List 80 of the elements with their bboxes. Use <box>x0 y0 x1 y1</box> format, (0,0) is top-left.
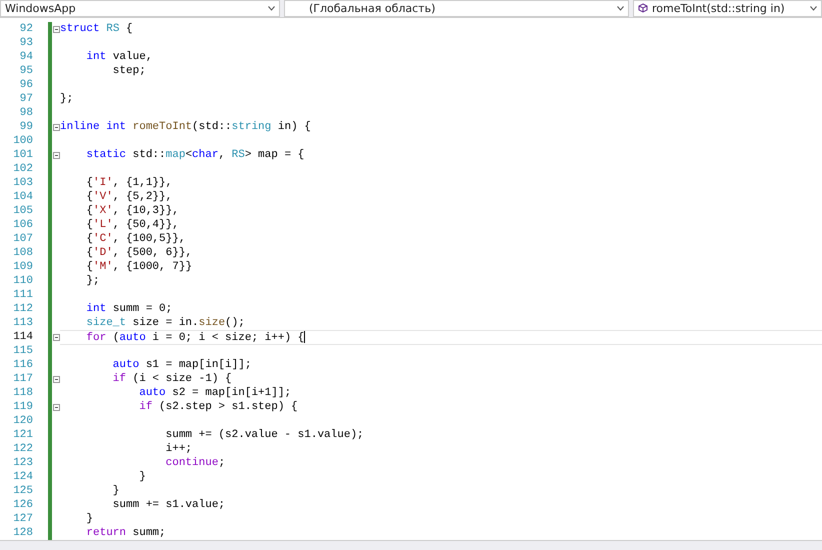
line-number: 101 <box>12 148 34 162</box>
line-number: 108 <box>12 246 34 260</box>
line-number: 98 <box>18 106 34 120</box>
code-line: auto s2 = map[in[i+1]]; <box>138 386 292 401</box>
line-number: 127 <box>12 512 34 526</box>
line-number: 105 <box>12 204 34 218</box>
line-number: 107 <box>12 232 34 246</box>
line-number: 97 <box>18 92 34 106</box>
navigation-dropdown[interactable]: (Глобальная область) <box>284 0 629 17</box>
line-number: 95 <box>18 64 34 78</box>
line-number: 125 <box>12 484 34 498</box>
chevron-down-icon <box>810 6 817 11</box>
line-number: 94 <box>18 50 34 64</box>
line-number: 123 <box>12 456 34 470</box>
collapse-icon[interactable] <box>52 152 60 159</box>
line-number: 119 <box>12 400 34 414</box>
text-caret <box>304 330 306 343</box>
line-number: 92 <box>18 22 34 36</box>
line-number: 102 <box>12 162 34 176</box>
collapse-icon[interactable] <box>52 334 60 341</box>
code-line: continue; <box>164 456 226 471</box>
code-line: {'C', {100,5}}, <box>85 232 186 247</box>
line-number: 121 <box>12 428 34 442</box>
code-line: inline int romeToInt(std::string in) { <box>60 120 312 135</box>
navigation-dropdown[interactable]: WindowsApp <box>0 0 280 17</box>
chevron-down-icon <box>268 6 275 11</box>
code-line: if (i < size -1) { <box>112 372 233 387</box>
line-number: 110 <box>12 274 34 288</box>
code-line: int summ = 0; <box>85 302 174 317</box>
line-number: 117 <box>12 372 34 386</box>
cube-icon <box>638 3 648 14</box>
code-line: {'L', {50,4}}, <box>85 218 180 233</box>
code-line: size_t size = in.size(); <box>85 316 246 331</box>
navigation-dropdown[interactable]: romeToInt(std::string in) <box>633 0 822 17</box>
line-number: 113 <box>12 316 34 330</box>
code-line: {'M', {1000, 7}} <box>85 260 194 275</box>
code-line: return summ; <box>85 526 167 541</box>
code-line: } <box>138 470 147 485</box>
code-line: {'D', {500, 6}}, <box>85 246 194 261</box>
line-number: 122 <box>12 442 34 456</box>
line-number: 109 <box>12 260 34 274</box>
line-number: 124 <box>12 470 34 484</box>
code-line: if (s2.step > s1.step) { <box>138 400 299 415</box>
code-line: static std::map<char, RS> map = { <box>85 148 306 163</box>
code-line: auto s1 = map[in[i]]; <box>112 358 252 373</box>
code-line: i++; <box>164 442 194 457</box>
line-number: 115 <box>12 344 34 358</box>
code-line: {'V', {5,2}}, <box>85 190 174 205</box>
code-line: }; <box>60 92 74 107</box>
line-number: 103 <box>12 176 34 190</box>
code-line: struct RS { <box>60 22 134 37</box>
code-line: for (auto i = 0; i < size; i++) { <box>60 330 822 345</box>
line-number: 106 <box>12 218 34 232</box>
line-number: 116 <box>12 358 34 372</box>
code-line: } <box>112 484 120 499</box>
code-line: }; <box>85 274 101 289</box>
collapse-icon[interactable] <box>52 404 60 411</box>
line-number: 128 <box>12 526 34 540</box>
code-line: summ += (s2.value - s1.value); <box>164 428 365 443</box>
collapse-icon[interactable] <box>52 26 60 33</box>
line-number: 104 <box>12 190 34 204</box>
collapse-icon[interactable] <box>52 124 60 131</box>
collapse-icon[interactable] <box>52 376 60 383</box>
chevron-down-icon <box>617 6 624 11</box>
line-number: 99 <box>18 120 34 134</box>
line-number: 118 <box>12 386 34 400</box>
line-number: 120 <box>12 414 34 428</box>
code-line: {'X', {10,3}}, <box>85 204 180 219</box>
line-number: 126 <box>12 498 34 512</box>
line-number: 96 <box>18 78 34 92</box>
line-number: 112 <box>12 302 34 316</box>
line-number: 114 <box>12 330 34 344</box>
code-line: {'I', {1,1}}, <box>85 176 174 191</box>
line-number: 100 <box>12 134 34 148</box>
code-line: int value, <box>85 50 154 65</box>
line-number: 93 <box>18 36 34 50</box>
line-number: 111 <box>12 288 34 302</box>
code-line: summ += s1.value; <box>112 498 226 513</box>
code-line: step; <box>112 64 147 79</box>
code-line: } <box>85 512 94 527</box>
